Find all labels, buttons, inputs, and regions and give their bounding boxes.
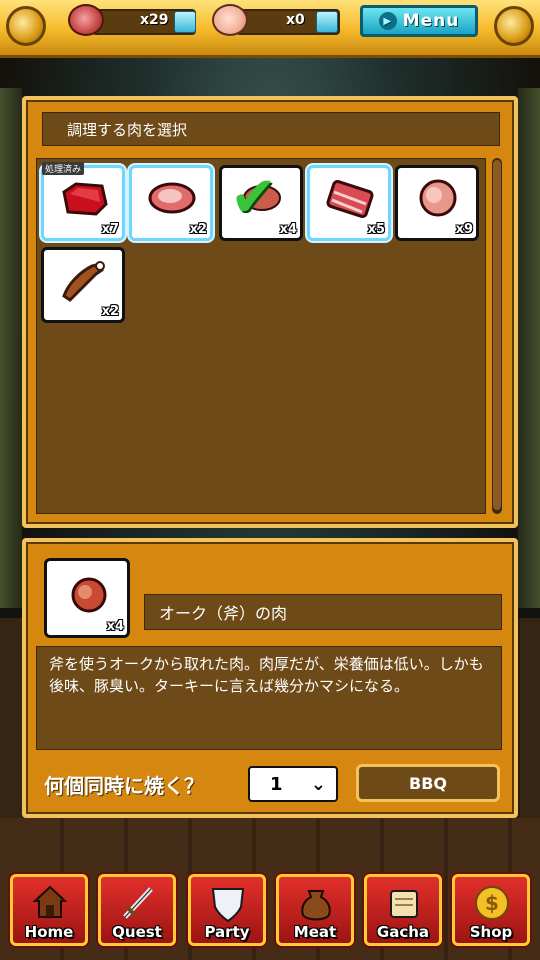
scrollbar-thumb[interactable] bbox=[493, 160, 501, 510]
nav-meat-label: Meat bbox=[293, 923, 337, 941]
nav-gacha-label: Gacha bbox=[376, 923, 430, 941]
nav-quest-button[interactable]: Quest bbox=[98, 874, 176, 946]
nav-meat-button[interactable]: Meat bbox=[276, 874, 354, 946]
tile-qty: x9 bbox=[455, 222, 473, 237]
swirl-ornament-left-icon bbox=[6, 6, 46, 46]
bbq-button[interactable]: BBQ bbox=[356, 764, 500, 802]
svg-text:$: $ bbox=[485, 891, 499, 915]
meat-tile-5[interactable]: x9 bbox=[395, 165, 479, 241]
meat-tile-1[interactable]: 処理済み x7 bbox=[41, 162, 125, 241]
meat-description: 斧を使うオークから取れた肉。肉厚だが、栄養価は低い。しかも後味、豚臭い。ターキー… bbox=[36, 646, 502, 750]
meat-tile-4[interactable]: x5 bbox=[307, 165, 391, 241]
meat-tile-2[interactable]: x2 bbox=[129, 165, 213, 241]
processed-badge: 処理済み bbox=[42, 162, 85, 175]
raw-beef-icon bbox=[62, 182, 108, 216]
scroll-icon bbox=[390, 890, 418, 918]
nav-home-button[interactable]: Home bbox=[10, 874, 88, 946]
tile-qty: x7 bbox=[101, 222, 119, 237]
tile-qty: x4 bbox=[279, 222, 297, 237]
select-panel-title: 調理する肉を選択 bbox=[42, 112, 500, 146]
wall-left bbox=[0, 88, 22, 608]
meat-add-button[interactable] bbox=[174, 11, 196, 33]
steak-icon bbox=[148, 182, 196, 214]
nav-party-button[interactable]: Party bbox=[188, 874, 266, 946]
pig-add-button[interactable] bbox=[316, 11, 338, 33]
nav-party-label: Party bbox=[204, 923, 250, 941]
nav-home-label: Home bbox=[24, 923, 74, 941]
meat-name: オーク（斧）の肉 bbox=[144, 594, 502, 630]
swirl-ornament-right-icon bbox=[494, 6, 534, 46]
pig-resource-count: x0 bbox=[286, 12, 305, 28]
drumstick-icon bbox=[62, 261, 105, 302]
selected-meat-tile: x4 bbox=[44, 558, 130, 638]
menu-button[interactable]: ▶ Menu bbox=[360, 5, 478, 37]
ham-icon bbox=[419, 179, 457, 217]
tile-qty: x2 bbox=[189, 222, 207, 237]
meat-grid: 処理済み x7 x2 ✔ x4 x5 x9 x2 bbox=[36, 158, 486, 514]
pig-resource-icon bbox=[212, 4, 248, 36]
nav-shop-button[interactable]: $ Shop bbox=[452, 874, 530, 946]
menu-label: Menu bbox=[402, 11, 460, 31]
meat-resource-count: x29 bbox=[140, 12, 169, 28]
shield-icon bbox=[211, 888, 245, 923]
bake-quantity-select[interactable]: 1 ⌄ bbox=[248, 766, 338, 802]
nav-shop-label: Shop bbox=[469, 923, 513, 941]
bake-quantity-label: 何個同時に焼く？ bbox=[44, 774, 204, 798]
meat-tile-6[interactable]: x2 bbox=[41, 247, 125, 323]
selected-qty: x4 bbox=[106, 619, 124, 634]
meat-detail-panel: x4 オーク（斧）の肉 斧を使うオークから取れた肉。肉厚だが、栄養価は低い。しか… bbox=[22, 538, 518, 818]
checkmark-icon: ✔ bbox=[230, 165, 277, 230]
meat-bag-icon bbox=[301, 890, 331, 921]
meat-resource-icon bbox=[68, 4, 104, 36]
meat-select-panel: 調理する肉を選択 処理済み x7 x2 ✔ x4 x5 x9 x2 bbox=[22, 96, 518, 528]
grid-scrollbar[interactable] bbox=[492, 158, 502, 514]
ham-icon bbox=[71, 577, 107, 613]
nav-gacha-button[interactable]: Gacha bbox=[364, 874, 442, 946]
bacon-icon bbox=[326, 179, 374, 218]
meat-tile-3[interactable]: ✔ x4 bbox=[219, 165, 303, 241]
bake-quantity-value: 1 bbox=[270, 773, 283, 795]
nav-quest-label: Quest bbox=[112, 923, 162, 941]
sword-icon bbox=[123, 887, 153, 919]
top-bar: x29 x0 ▶ Menu bbox=[0, 0, 540, 58]
bottom-nav: Home Quest Party Meat Gacha $ Shop bbox=[0, 868, 540, 960]
play-icon: ▶ bbox=[378, 12, 397, 30]
wall-right bbox=[518, 88, 540, 608]
tile-qty: x5 bbox=[367, 222, 385, 237]
chevron-down-icon: ⌄ bbox=[310, 774, 326, 795]
coin-icon: $ bbox=[475, 886, 509, 920]
home-icon bbox=[32, 885, 68, 918]
tile-qty: x2 bbox=[101, 304, 119, 319]
